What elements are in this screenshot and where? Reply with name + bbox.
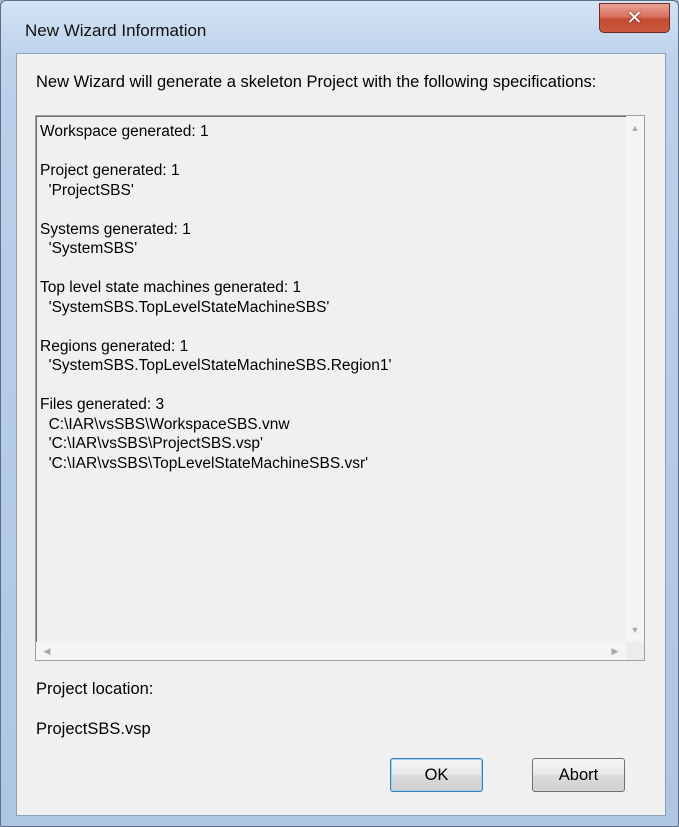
spec-line [40, 142, 626, 162]
spec-line: Top level state machines generated: 1 [40, 279, 302, 296]
scroll-left-icon[interactable]: ◀ [38, 642, 56, 660]
horizontal-scrollbar[interactable]: ◀ ▶ [36, 642, 626, 660]
spec-line: 'SystemSBS.TopLevelStateMachineSBS.Regio… [40, 357, 392, 374]
specifications-content: Workspace generated: 1 Project generated:… [40, 122, 626, 632]
spec-line: 'C:\IAR\vsSBS\ProjectSBS.vsp' [40, 435, 263, 452]
spec-line [40, 200, 626, 220]
spec-line: 'ProjectSBS' [40, 181, 134, 199]
spec-line: Regions generated: 1 [40, 337, 189, 355]
spec-line [40, 317, 626, 337]
spec-line [40, 376, 626, 396]
intro-text: New Wizard will generate a skeleton Proj… [36, 73, 597, 91]
scroll-right-icon[interactable]: ▶ [606, 642, 624, 660]
spec-line: Project generated: 1 [40, 162, 180, 179]
close-button[interactable]: ✕ [599, 3, 670, 33]
scrollbar-corner [626, 642, 644, 660]
scroll-up-icon[interactable]: ▲ [626, 119, 644, 137]
window-title: New Wizard Information [25, 21, 207, 40]
title-bar[interactable]: New Wizard Information ✕ [1, 1, 678, 51]
specifications-textbox[interactable]: Workspace generated: 1 Project generated:… [35, 115, 645, 661]
spec-line [40, 259, 626, 279]
project-location-label: Project location: [36, 680, 154, 698]
spec-line: 'SystemSBS.TopLevelStateMachineSBS' [40, 298, 330, 316]
spec-line: Files generated: 3 [40, 396, 165, 413]
dialog-client-area: New Wizard will generate a skeleton Proj… [16, 53, 666, 816]
wizard-dialog-window: New Wizard Information ✕ New Wizard will… [0, 0, 679, 827]
spec-line: 'SystemSBS' [40, 240, 138, 257]
ok-button[interactable]: OK [390, 758, 483, 792]
project-location-value: ProjectSBS.vsp [36, 720, 151, 738]
spec-line: 'C:\IAR\vsSBS\TopLevelStateMachineSBS.vs… [40, 454, 369, 472]
spec-line: C:\IAR\vsSBS\WorkspaceSBS.vnw [40, 415, 290, 433]
spec-line: Systems generated: 1 [40, 220, 191, 238]
spec-line: Workspace generated: 1 [40, 123, 209, 140]
abort-button[interactable]: Abort [532, 758, 625, 792]
close-icon: ✕ [626, 7, 643, 29]
vertical-scrollbar[interactable]: ▲ ▼ [626, 116, 644, 642]
scroll-down-icon[interactable]: ▼ [626, 621, 644, 639]
